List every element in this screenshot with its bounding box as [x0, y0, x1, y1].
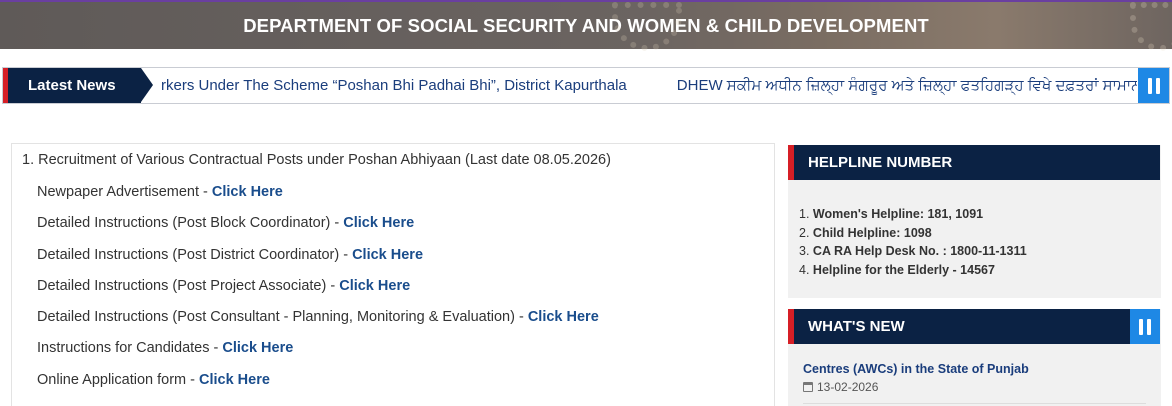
- divider: [803, 403, 1146, 404]
- recruitment-panel: 1. Recruitment of Various Contractual Po…: [11, 143, 775, 406]
- site-header-banner: DEPARTMENT OF SOCIAL SECURITY AND WOMEN …: [0, 0, 1172, 51]
- helpline-list: 1. Women's Helpline: 181, 1091 2. Child …: [799, 205, 1027, 279]
- helpline-item: 1. Women's Helpline: 181, 1091: [799, 205, 1027, 224]
- pause-icon: [1139, 318, 1143, 335]
- click-here-link[interactable]: Click Here: [199, 372, 270, 388]
- row-text: Detailed Instructions (Post Consultant -…: [37, 309, 528, 326]
- pause-icon: [1147, 318, 1151, 335]
- row-text: Detailed Instructions (Post District Coo…: [37, 246, 353, 263]
- ticker-label: Latest News: [3, 68, 153, 103]
- row-text: Detailed Instructions (Post Block Coordi…: [37, 215, 344, 232]
- ticker-track: rkers Under The Scheme “Poshan Bhi Padha…: [161, 68, 1137, 103]
- whats-new-panel: WHAT'S NEW Centres (AWCs) in the State o…: [788, 309, 1161, 406]
- decorative-emblem: [1130, 2, 1172, 51]
- helpline-item: 2. Child Helpline: 1098: [799, 224, 1027, 243]
- whats-new-pause-button[interactable]: [1130, 309, 1160, 344]
- recruitment-row: Detailed Instructions (Post District Coo…: [37, 245, 599, 276]
- ticker-item[interactable]: rkers Under The Scheme “Poshan Bhi Padha…: [161, 77, 627, 94]
- whats-new-item-link[interactable]: Centres (AWCs) in the State of Punjab: [803, 362, 1029, 376]
- ticker-link[interactable]: DHEW ਸਕੀਮ ਅਧੀਨ ਜ਼ਿਲ੍ਹਾ ਸੰਗਰੂਰ ਅਤੇ ਜ਼ਿਲ੍ਹ…: [677, 77, 1137, 94]
- whats-new-item-date: 13-02-2026: [803, 380, 878, 394]
- click-here-link[interactable]: Click Here: [528, 309, 599, 325]
- item-text: Women's Helpline: 181, 1091: [812, 207, 984, 221]
- item-text: Helpline for the Elderly - 14567: [812, 262, 995, 277]
- helpline-item: 3. CA RA Help Desk No. : 1800-11-1311: [799, 242, 1027, 261]
- recruitment-title: 1. Recruitment of Various Contractual Po…: [22, 152, 611, 168]
- recruitment-row: Detailed Instructions (Post Project Asso…: [37, 276, 599, 307]
- row-text: Newpaper Advertisement -: [37, 184, 212, 200]
- click-here-link[interactable]: Click Here: [352, 247, 423, 263]
- helpline-item: 4. Helpline for the Elderly - 14567: [799, 261, 1027, 280]
- row-text: Detailed Instructions (Post Project Asso…: [37, 277, 340, 294]
- decorative-emblem: [612, 2, 682, 51]
- pause-icon: [1147, 77, 1152, 94]
- item-text: Child Helpline: 1098: [812, 225, 932, 240]
- item-number: 1.: [799, 207, 810, 221]
- ticker-pause-button[interactable]: [1138, 68, 1169, 103]
- recruitment-row: Instructions for Candidates - Click Here: [37, 338, 599, 369]
- pause-icon: [1155, 77, 1160, 94]
- recruitment-list: Newpaper Advertisement - Click Here Deta…: [37, 182, 599, 401]
- recruitment-row: Detailed Instructions (Post Consultant -…: [37, 307, 599, 338]
- helpline-heading: HELPLINE NUMBER: [788, 145, 1160, 180]
- row-text: Online Application form -: [37, 371, 199, 388]
- ticker-item[interactable]: DHEW ਸਕੀਮ ਅਧੀਨ ਜ਼ਿਲ੍ਹਾ ਸੰਗਰੂਰ ਅਤੇ ਜ਼ਿਲ੍ਹ…: [677, 77, 1137, 94]
- row-text: Instructions for Candidates -: [37, 340, 223, 357]
- date-text: 13-02-2026: [817, 380, 879, 394]
- item-number: 2.: [799, 225, 810, 240]
- calendar-icon: [803, 382, 813, 392]
- click-here-link[interactable]: Click Here: [222, 340, 293, 356]
- ticker-link[interactable]: rkers Under The Scheme “Poshan Bhi Padha…: [161, 77, 627, 94]
- recruitment-row: Online Application form - Click Here: [37, 370, 599, 401]
- helpline-panel: HELPLINE NUMBER 1. Women's Helpline: 181…: [788, 145, 1161, 298]
- site-title: DEPARTMENT OF SOCIAL SECURITY AND WOMEN …: [243, 14, 929, 36]
- news-ticker: Latest News rkers Under The Scheme “Posh…: [2, 67, 1170, 104]
- item-text: CA RA Help Desk No. : 1800-11-1311: [812, 244, 1027, 259]
- item-number: 3.: [799, 244, 810, 259]
- recruitment-row: Detailed Instructions (Post Block Coordi…: [37, 213, 599, 244]
- click-here-link[interactable]: Click Here: [212, 184, 283, 200]
- recruitment-row: Newpaper Advertisement - Click Here: [37, 182, 599, 213]
- click-here-link[interactable]: Click Here: [339, 278, 410, 294]
- click-here-link[interactable]: Click Here: [343, 215, 414, 231]
- item-number: 4.: [799, 262, 810, 277]
- whats-new-heading: WHAT'S NEW: [788, 309, 1130, 344]
